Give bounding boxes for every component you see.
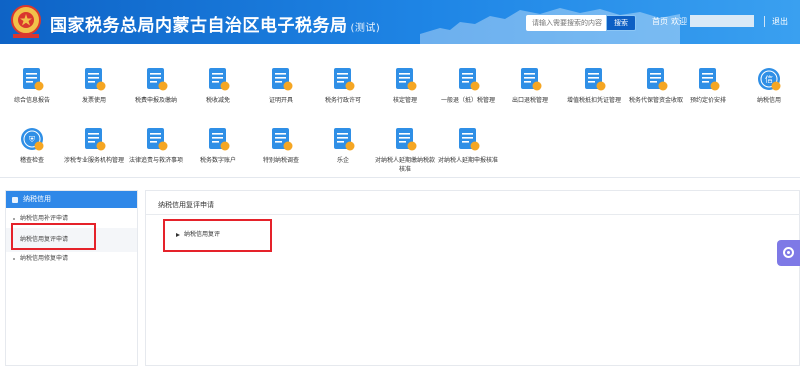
sidebar-header: 纳税信用 <box>6 191 137 208</box>
highlight-box-main <box>163 219 272 252</box>
service-tile[interactable]: 对纳税人延期申报核准 <box>436 126 500 165</box>
title-divider <box>146 214 800 215</box>
refund-icon <box>455 66 481 92</box>
certificate-icon <box>268 66 294 92</box>
digital-account-icon <box>205 126 231 152</box>
report-icon <box>19 66 45 92</box>
service-tile-label: 对纳税人延期申报核准 <box>437 157 498 164</box>
service-tile[interactable]: 对纳税人延期缴纳税款核准 <box>373 126 437 174</box>
deferred-payment-icon <box>392 126 418 152</box>
sidebar-header-label: 纳税信用 <box>23 195 51 203</box>
service-tile[interactable]: 增值税抵扣凭证管理 <box>562 66 626 105</box>
service-tile-label: 乐企 <box>336 157 349 164</box>
service-tile[interactable]: 税收减免 <box>186 66 250 105</box>
service-tile[interactable]: 出口退税管理 <box>498 66 562 105</box>
sidebar-item-label: 纳税信用补评申请 <box>20 215 69 222</box>
service-tile-label: 发票使用 <box>81 97 106 104</box>
service-tile[interactable]: 一般退（抵）税管理 <box>436 66 500 105</box>
service-tile[interactable]: 税务行政许可 <box>311 66 375 105</box>
logout-link[interactable]: 退出 <box>772 16 788 27</box>
sidebar-header-icon <box>12 196 18 203</box>
approval-icon <box>392 66 418 92</box>
tax-declare-icon <box>143 66 169 92</box>
main-panel: 纳税信用复评申请 纳税信用复评 <box>145 190 800 366</box>
deferred-declare-icon <box>455 126 481 152</box>
highlight-box-sidebar <box>11 223 96 250</box>
service-tile[interactable]: 信纳税信用 <box>737 66 800 105</box>
service-tile-label: 一般退（抵）税管理 <box>440 97 495 104</box>
floating-assistant-button[interactable] <box>777 240 800 266</box>
service-tile[interactable]: 证明开具 <box>249 66 313 105</box>
custody-fund-icon <box>643 66 669 92</box>
service-tile[interactable]: 法律追责与救济事项 <box>124 126 188 165</box>
site-title: 国家税务总局内蒙古自治区电子税务局 (测试) <box>50 11 380 36</box>
site-title-suffix: (测试) <box>350 23 381 34</box>
top-header: 国家税务总局内蒙古自治区电子税务局(测试) 搜索 首页 欢迎 退出 <box>0 0 800 44</box>
service-tile-label: 法律追责与救济事项 <box>128 157 183 164</box>
service-tile[interactable]: 乐企 <box>311 126 375 165</box>
sidebar-item-credit-repair[interactable]: 纳税信用修复申请 <box>6 253 137 265</box>
invoice-icon <box>81 66 107 92</box>
welcome-text: 欢迎 <box>671 17 687 26</box>
service-tile-label: 纳税信用 <box>756 97 781 104</box>
pricing-icon <box>695 66 721 92</box>
export-refund-icon <box>517 66 543 92</box>
sidebar-item-label: 纳税信用修复申请 <box>20 255 69 262</box>
site-title-text: 国家税务总局内蒙古自治区电子税务局 <box>50 16 348 36</box>
service-tile-label: 税务数字账户 <box>199 157 236 164</box>
service-tile-label: 综合信息报告 <box>13 97 50 104</box>
search-input[interactable] <box>526 15 606 31</box>
service-tile[interactable]: 发票使用 <box>62 66 126 105</box>
service-tile[interactable]: 综合信息报告 <box>0 66 64 105</box>
law-icon <box>143 126 169 152</box>
username-redacted <box>690 15 754 27</box>
service-tile[interactable]: 税费申报及缴纳 <box>124 66 188 105</box>
service-tile-label: 税费申报及缴纳 <box>134 97 177 104</box>
left-sidebar: 纳税信用 纳税信用补评申请 纳税信用复评申请 纳税信用修复申请 <box>5 190 138 366</box>
service-tile-label: 对纳税人延期缴纳税款核准 <box>374 157 435 173</box>
svg-text:⛨: ⛨ <box>29 135 35 144</box>
service-tile-label: 增值税抵扣凭证管理 <box>566 97 621 104</box>
investigation-icon <box>268 126 294 152</box>
bullet-dot <box>13 217 15 220</box>
service-tile[interactable]: 涉税专业服务机构管理 <box>62 126 126 165</box>
shield-icon: ⛨ <box>19 126 45 152</box>
page-title: 纳税信用复评申请 <box>158 201 214 209</box>
service-tile-label: 核定管理 <box>392 97 417 104</box>
service-tile[interactable]: 预约定价安排 <box>676 66 740 105</box>
service-tile-label: 出口退税管理 <box>511 97 548 104</box>
service-tile-label: 税收减免 <box>205 97 230 104</box>
service-tile-label: 涉税专业服务机构管理 <box>63 157 124 164</box>
agency-icon <box>81 126 107 152</box>
service-grid: 综合信息报告 发票使用 税费申报及缴纳 税收减免 证明开具 税务行政许可 核定管理 一般退（抵… <box>0 44 800 178</box>
service-tile-label: 税务行政许可 <box>324 97 361 104</box>
vat-voucher-icon <box>581 66 607 92</box>
credit-icon: 信 <box>756 66 782 92</box>
service-tile-label: 预约定价安排 <box>689 97 726 104</box>
service-tile[interactable]: ⛨ 稽查检查 <box>0 126 64 165</box>
service-tile-label: 稽查检查 <box>19 157 44 164</box>
permit-icon <box>330 66 356 92</box>
service-tile-label: 证明开具 <box>268 97 293 104</box>
header-divider <box>764 16 765 27</box>
service-tile[interactable]: 核定管理 <box>373 66 437 105</box>
assistant-icon <box>783 247 794 258</box>
bullet-dot <box>13 257 15 260</box>
svg-text:信: 信 <box>765 74 773 84</box>
service-tile-label: 特别纳税调查 <box>262 157 299 164</box>
leqi-icon <box>330 126 356 152</box>
tax-reduction-icon <box>205 66 231 92</box>
home-link[interactable]: 首页 <box>652 16 668 27</box>
search-button[interactable]: 搜索 <box>606 15 636 31</box>
service-tile[interactable]: 税务数字账户 <box>186 126 250 165</box>
tax-emblem-icon <box>11 5 41 38</box>
service-tile[interactable]: 特别纳税调查 <box>249 126 313 165</box>
